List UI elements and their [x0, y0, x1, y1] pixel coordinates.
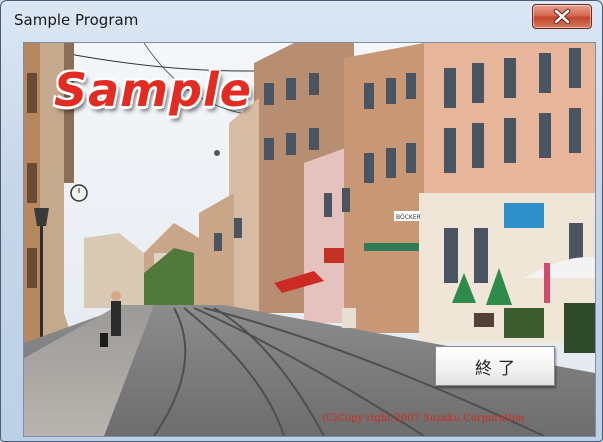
title-bar[interactable]: Sample Program — [1, 1, 602, 39]
exit-button[interactable]: 終了 — [435, 346, 555, 386]
content-area: BÖCKER Sample 終了 (C)Copy right 2007 Suza… — [23, 42, 596, 437]
shop-sign-red — [324, 248, 344, 263]
app-window: Sample Program BÖCKER Sample 終了 (C)Copy … — [0, 0, 603, 442]
copyright-text: (C)Copy right 2007 Suzaku Corporation — [322, 413, 525, 424]
close-button[interactable] — [532, 4, 592, 29]
window-title: Sample Program — [14, 11, 139, 29]
close-icon — [553, 8, 571, 25]
shop-sign-text: BÖCKER — [396, 214, 421, 221]
sample-logo: Sample — [54, 63, 252, 117]
